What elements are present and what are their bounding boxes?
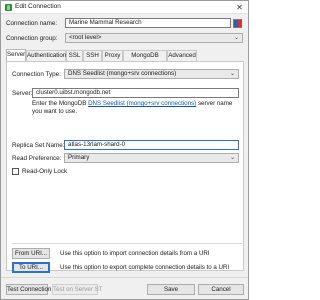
connection-type-value: DNS Seedlist (mongo+srv connections) [68, 70, 177, 77]
close-button[interactable]: ✕ [234, 2, 245, 13]
title-bar: Edit Connection ✕ [1, 1, 248, 14]
connection-group-value: <root level> [69, 34, 102, 41]
studio3t-app-icon [5, 4, 12, 11]
read-preference-label: Read Preference: [12, 155, 62, 162]
chevron-down-icon: ⌄ [229, 155, 235, 161]
server-hint: Enter the MongoDB DNS Seedlist (mongo+sr… [32, 100, 242, 116]
cancel-button[interactable]: Cancel [198, 284, 244, 295]
to-uri-button[interactable]: To URI... [12, 262, 50, 273]
footer-divider [1, 277, 248, 278]
connection-type-label: Connection Type: [12, 71, 61, 78]
replica-set-input[interactable]: atlas-13rlam-shard-0 [64, 140, 239, 150]
tab-mongodb-tools[interactable]: MongoDB Tools [123, 50, 167, 69]
to-uri-description: Use this option to export complete conne… [60, 264, 230, 271]
server-input[interactable]: cluster0.uibst.mongodb.net [32, 88, 239, 98]
connection-name-label: Connection name: [6, 20, 58, 27]
save-button[interactable]: Save [147, 284, 195, 295]
read-preference-value: Primary [68, 154, 90, 161]
test-on-server-button: Test on Server ST [52, 284, 103, 295]
from-uri-description: Use this option to import connection det… [60, 250, 210, 257]
tab-authentication[interactable]: Authentication [26, 50, 66, 61]
uri-divider [12, 243, 242, 244]
tab-proxy[interactable]: Proxy [102, 50, 123, 61]
tab-ssh[interactable]: SSH [83, 50, 102, 61]
read-only-lock-label: Read-Only Lock [22, 168, 68, 175]
dns-seedlist-link[interactable]: DNS Seedlist (mongo+srv connections) [88, 100, 196, 107]
chevron-down-icon: ⌄ [233, 35, 239, 41]
test-connection-button[interactable]: Test Connection [6, 284, 51, 295]
server-hint-text: Enter the MongoDB [32, 100, 89, 107]
from-uri-button[interactable]: From URI... [12, 248, 50, 259]
window-title: Edit Connection [15, 3, 61, 10]
read-only-lock-checkbox[interactable] [12, 168, 19, 175]
color-flag-icon[interactable] [233, 19, 242, 28]
connection-group-label: Connection group: [6, 35, 58, 42]
replica-set-label: Replica Set Name: [12, 142, 65, 149]
tab-advanced[interactable]: Advanced [167, 50, 197, 61]
tab-ssl[interactable]: SSL [66, 50, 83, 61]
edit-connection-dialog: Edit Connection ✕ Connection name: Marin… [0, 0, 249, 300]
server-tab-panel: Connection Type: DNS Seedlist (mongo+srv… [6, 61, 244, 273]
server-label: Server: [12, 90, 33, 97]
chevron-down-icon: ⌄ [229, 71, 235, 77]
connection-group-select[interactable]: <root level> ⌄ [65, 33, 243, 43]
read-preference-select[interactable]: Primary ⌄ [64, 153, 239, 163]
connection-type-select[interactable]: DNS Seedlist (mongo+srv connections) ⌄ [64, 69, 239, 79]
connection-name-input[interactable]: Marine Mammal Research [65, 18, 231, 28]
